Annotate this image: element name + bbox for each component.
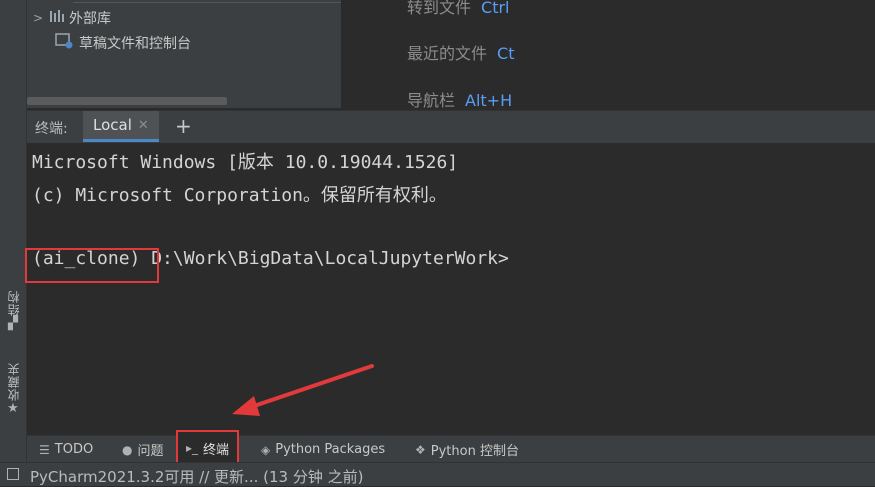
packages-icon: ◈	[261, 442, 271, 457]
structure-icon: ▞	[8, 316, 18, 331]
cut-off-row	[73, 0, 373, 3]
terminal-icon: ▸_	[186, 441, 199, 455]
tool-label: Python 控制台	[430, 444, 519, 459]
horizontal-scrollbar[interactable]	[27, 97, 227, 105]
hint-text: 导航栏	[407, 91, 456, 110]
tool-label: Python Packages	[275, 442, 386, 457]
problems-icon: ●	[122, 442, 133, 457]
favorites-tab-label: 收藏夹	[6, 362, 21, 401]
tool-problems[interactable]: ● 问题	[122, 436, 164, 463]
project-panel: > 外部库 草稿文件和控制台	[27, 0, 373, 108]
structure-tab-label: 结构	[6, 290, 21, 316]
tree-item-label: 外部库	[69, 11, 111, 27]
tree-item-external-libraries[interactable]: > 外部库	[27, 7, 111, 29]
hint-key: Alt+H	[465, 91, 513, 110]
hint-key: Ct	[497, 44, 515, 63]
hint-navigation-bar: 导航栏 Alt+H	[407, 87, 512, 111]
hint-recent-files: 最近的文件 Ct	[407, 40, 514, 64]
left-tool-strip: 结构 ▞ 收藏夹 ★	[0, 0, 27, 462]
panel-toggle-icon[interactable]	[7, 468, 19, 480]
add-tab-icon[interactable]: +	[175, 114, 192, 138]
tool-label: 终端	[203, 442, 230, 458]
env-highlight-box	[25, 248, 159, 283]
favorites-tab[interactable]: 收藏夹 ★	[2, 362, 24, 416]
tree-item-label: 草稿文件和控制台	[79, 36, 191, 52]
tool-window-bar: ☰ TODO ● 问题 ▸_ 终端 ◈ Python Packages ❖ Python …	[27, 430, 875, 466]
chevron-right-icon[interactable]: >	[27, 11, 49, 25]
prompt-path: D:\Work\BigData\LocalJupyterWork>	[151, 248, 509, 269]
terminal-header: 终端: Local ✕ +	[27, 110, 875, 144]
tool-python-console[interactable]: ❖ Python 控制台	[415, 436, 519, 463]
tool-todo[interactable]: ☰ TODO	[39, 436, 93, 463]
tool-label: TODO	[54, 442, 94, 457]
library-bars-icon	[49, 9, 65, 27]
star-icon: ★	[7, 401, 19, 416]
tool-label: 问题	[137, 444, 164, 459]
hint-text: 转到文件	[407, 0, 472, 17]
close-icon[interactable]: ✕	[138, 118, 149, 133]
tab-local[interactable]: Local ✕	[83, 111, 159, 142]
hint-key: Ctrl	[481, 0, 510, 17]
tree-item-scratches[interactable]: 草稿文件和控制台	[55, 32, 191, 54]
terminal-line: (c) Microsoft Corporation。保留所有权利。	[32, 185, 447, 206]
terminal-title: 终端:	[35, 121, 68, 137]
status-bar: PyCharm2021.3.2可用 // 更新... (13 分钟 之前)	[0, 462, 875, 486]
python-icon: ❖	[415, 442, 426, 457]
tool-python-packages[interactable]: ◈ Python Packages	[261, 436, 385, 463]
list-icon: ☰	[39, 442, 50, 457]
status-message[interactable]: PyCharm2021.3.2可用 // 更新... (13 分钟 之前)	[30, 466, 363, 487]
tab-label: Local	[93, 116, 132, 134]
structure-tab[interactable]: 结构 ▞	[2, 290, 24, 331]
terminal-output[interactable]: Microsoft Windows [版本 10.0.19044.1526] (…	[25, 143, 875, 435]
hint-goto-file: 转到文件 Ctrl	[407, 0, 509, 18]
hint-text: 最近的文件	[407, 44, 488, 63]
tool-terminal[interactable]: ▸_ 终端	[176, 430, 240, 466]
terminal-line: Microsoft Windows [版本 10.0.19044.1526]	[32, 152, 459, 173]
scratch-console-icon	[55, 33, 73, 53]
